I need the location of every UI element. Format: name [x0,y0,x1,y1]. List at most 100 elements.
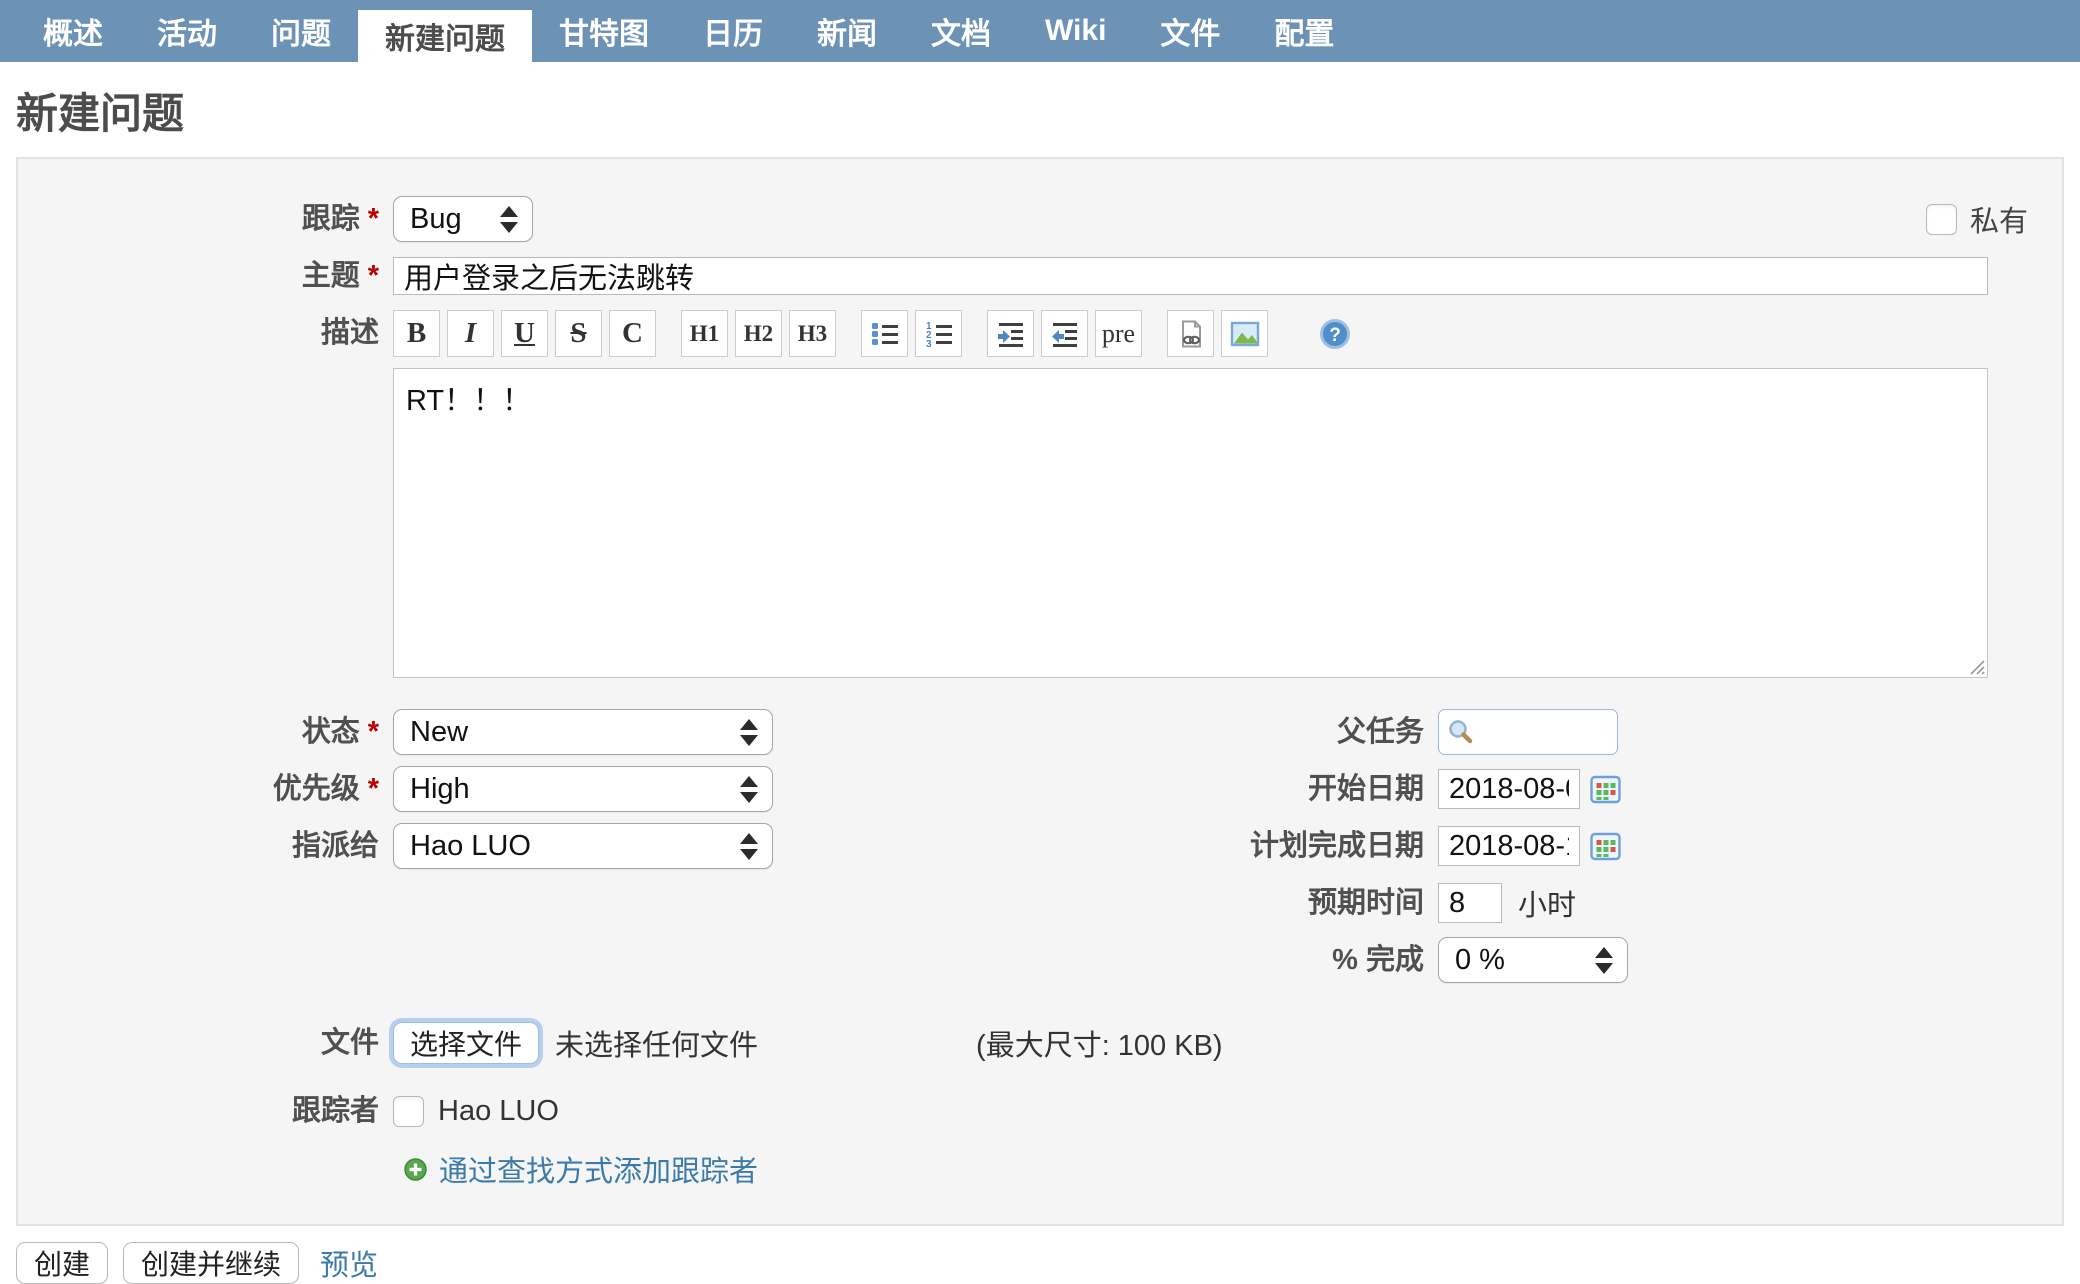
search-icon [1449,720,1473,744]
priority-label-text: 优先级 [272,773,360,805]
help-button[interactable]: ? [1311,310,1358,357]
add-plus-icon [404,1157,427,1181]
unquote-outdent-button[interactable] [1041,310,1088,357]
wiki-link-button[interactable] [1167,310,1214,357]
blockquote-indent-icon [997,322,1023,347]
h3-glyph: H3 [797,320,828,346]
status-value: New [410,715,469,748]
description-textarea[interactable]: RT！！！ [393,368,1988,678]
nav-tab-documents[interactable]: 文档 [904,0,1018,62]
form-actions: 创建 创建并继续 预览 [16,1242,2064,1284]
project-menu: 概述 活动 问题 新建问题 甘特图 日历 新闻 文档 Wiki 文件 配置 [0,0,2080,62]
assignee-select[interactable]: Hao LUO [393,823,773,869]
watcher-checkbox[interactable] [393,1095,424,1127]
priority-label: 优先级 * [18,766,393,812]
heading1-button[interactable]: H1 [681,310,728,357]
blockquote-button[interactable] [987,310,1034,357]
underline-button[interactable]: U [501,310,548,357]
required-asterisk: * [367,716,379,748]
estimated-time-label-text: 预期时间 [1307,887,1424,919]
nav-tab-calendar[interactable]: 日历 [676,0,790,62]
required-asterisk: * [367,773,379,805]
done-ratio-value: 0 % [1455,943,1505,976]
help-icon: ? [1319,318,1350,349]
code-button[interactable]: C [609,310,656,357]
nav-tab-overview[interactable]: 概述 [16,0,130,62]
ordered-list-icon: 1 2 3 [926,321,952,349]
status-label-text: 状态 [301,716,360,748]
status-row: 状态 * New [18,709,1028,755]
subject-input[interactable] [393,257,1988,295]
insert-image-button[interactable] [1221,310,1268,357]
nav-tab-issues[interactable]: 问题 [244,0,358,62]
done-ratio-select[interactable]: 0 % [1438,937,1628,983]
link-icon [1181,320,1201,347]
strikethrough-button[interactable]: S [555,310,602,357]
private-label: 私有 [1969,206,2028,238]
bold-button[interactable]: B [393,310,440,357]
nav-tab-news[interactable]: 新闻 [790,0,904,62]
create-button[interactable]: 创建 [16,1242,109,1284]
select-arrows-icon [740,832,758,860]
tracker-label: 跟踪 * [18,196,393,242]
files-label: 文件 [18,1020,393,1066]
due-date-calendar-icon[interactable] [1590,831,1621,862]
subject-label: 主题 * [18,253,393,299]
watchers-label-text: 跟踪者 [291,1095,379,1127]
parent-task-label-text: 父任务 [1336,716,1424,748]
resize-grip-icon[interactable] [1967,657,1985,675]
nav-tab-wiki[interactable]: Wiki [1018,0,1133,62]
priority-row: 优先级 * High [18,766,1028,812]
status-select[interactable]: New [393,709,773,755]
tracker-row: 跟踪 * Bug 私有 [18,196,2062,242]
nav-tab-new-issue[interactable]: 新建问题 [358,10,532,62]
italic-glyph: I [464,317,477,349]
priority-select[interactable]: High [393,766,773,812]
start-date-row: 开始日期 [1028,766,2062,812]
description-toolbar-row: 描述 B I U S C H1 H2 H3 1 2 3 pre ? [18,310,2062,357]
nav-tab-settings[interactable]: 配置 [1247,0,1361,62]
assignee-label-text: 指派给 [291,830,379,862]
pre-glyph: pre [1101,318,1136,348]
description-label: 描述 [18,310,393,357]
watchers-row: 跟踪者 Hao LUO [18,1088,2062,1134]
start-date-label: 开始日期 [1028,766,1438,812]
select-arrows-icon [500,205,518,233]
heading3-button[interactable]: H3 [789,310,836,357]
parent-task-label: 父任务 [1028,709,1438,755]
ordered-list-button[interactable]: 1 2 3 [915,310,962,357]
heading2-button[interactable]: H2 [735,310,782,357]
no-file-selected-text: 未选择任何文件 [555,1030,759,1062]
add-watcher-row: 通过查找方式添加跟踪者 [18,1148,2062,1190]
nav-tab-gantt[interactable]: 甘特图 [532,0,676,62]
private-checkbox[interactable] [1925,203,1957,235]
nav-tab-activity[interactable]: 活动 [130,0,244,62]
watchers-label: 跟踪者 [18,1088,393,1134]
italic-button[interactable]: I [447,310,494,357]
tracker-select[interactable]: Bug [393,196,533,242]
files-label-text: 文件 [320,1027,379,1059]
add-watcher-link[interactable]: 通过查找方式添加跟踪者 [439,1148,758,1190]
done-ratio-row: % 完成 0 % [1028,937,2062,983]
attributes-right-column: 父任务 开始日期 2018-08-09 计划完成日期 2018-08-10 预期… [1028,698,2062,994]
start-date-calendar-icon[interactable] [1590,774,1621,805]
preview-link[interactable]: 预览 [320,1242,378,1284]
preformatted-button[interactable]: pre [1095,310,1142,357]
estimated-time-input[interactable] [1438,883,1502,923]
create-and-continue-button[interactable]: 创建并继续 [123,1242,300,1284]
description-label-text: 描述 [320,317,379,349]
estimated-time-label: 预期时间 [1028,880,1438,926]
assignee-label: 指派给 [18,823,393,869]
required-asterisk: * [367,260,379,292]
status-label: 状态 * [18,709,393,755]
code-glyph: C [622,317,643,349]
choose-file-button[interactable]: 选择文件 [393,1022,540,1064]
h2-glyph: H2 [743,320,774,346]
due-date-input[interactable] [1438,826,1580,866]
watcher-name: Hao LUO [438,1094,559,1127]
unordered-list-button[interactable] [861,310,908,357]
start-date-input[interactable] [1438,769,1580,809]
due-date-label-text: 计划完成日期 [1249,830,1424,862]
parent-task-input[interactable] [1438,709,1618,755]
nav-tab-files[interactable]: 文件 [1133,0,1247,62]
